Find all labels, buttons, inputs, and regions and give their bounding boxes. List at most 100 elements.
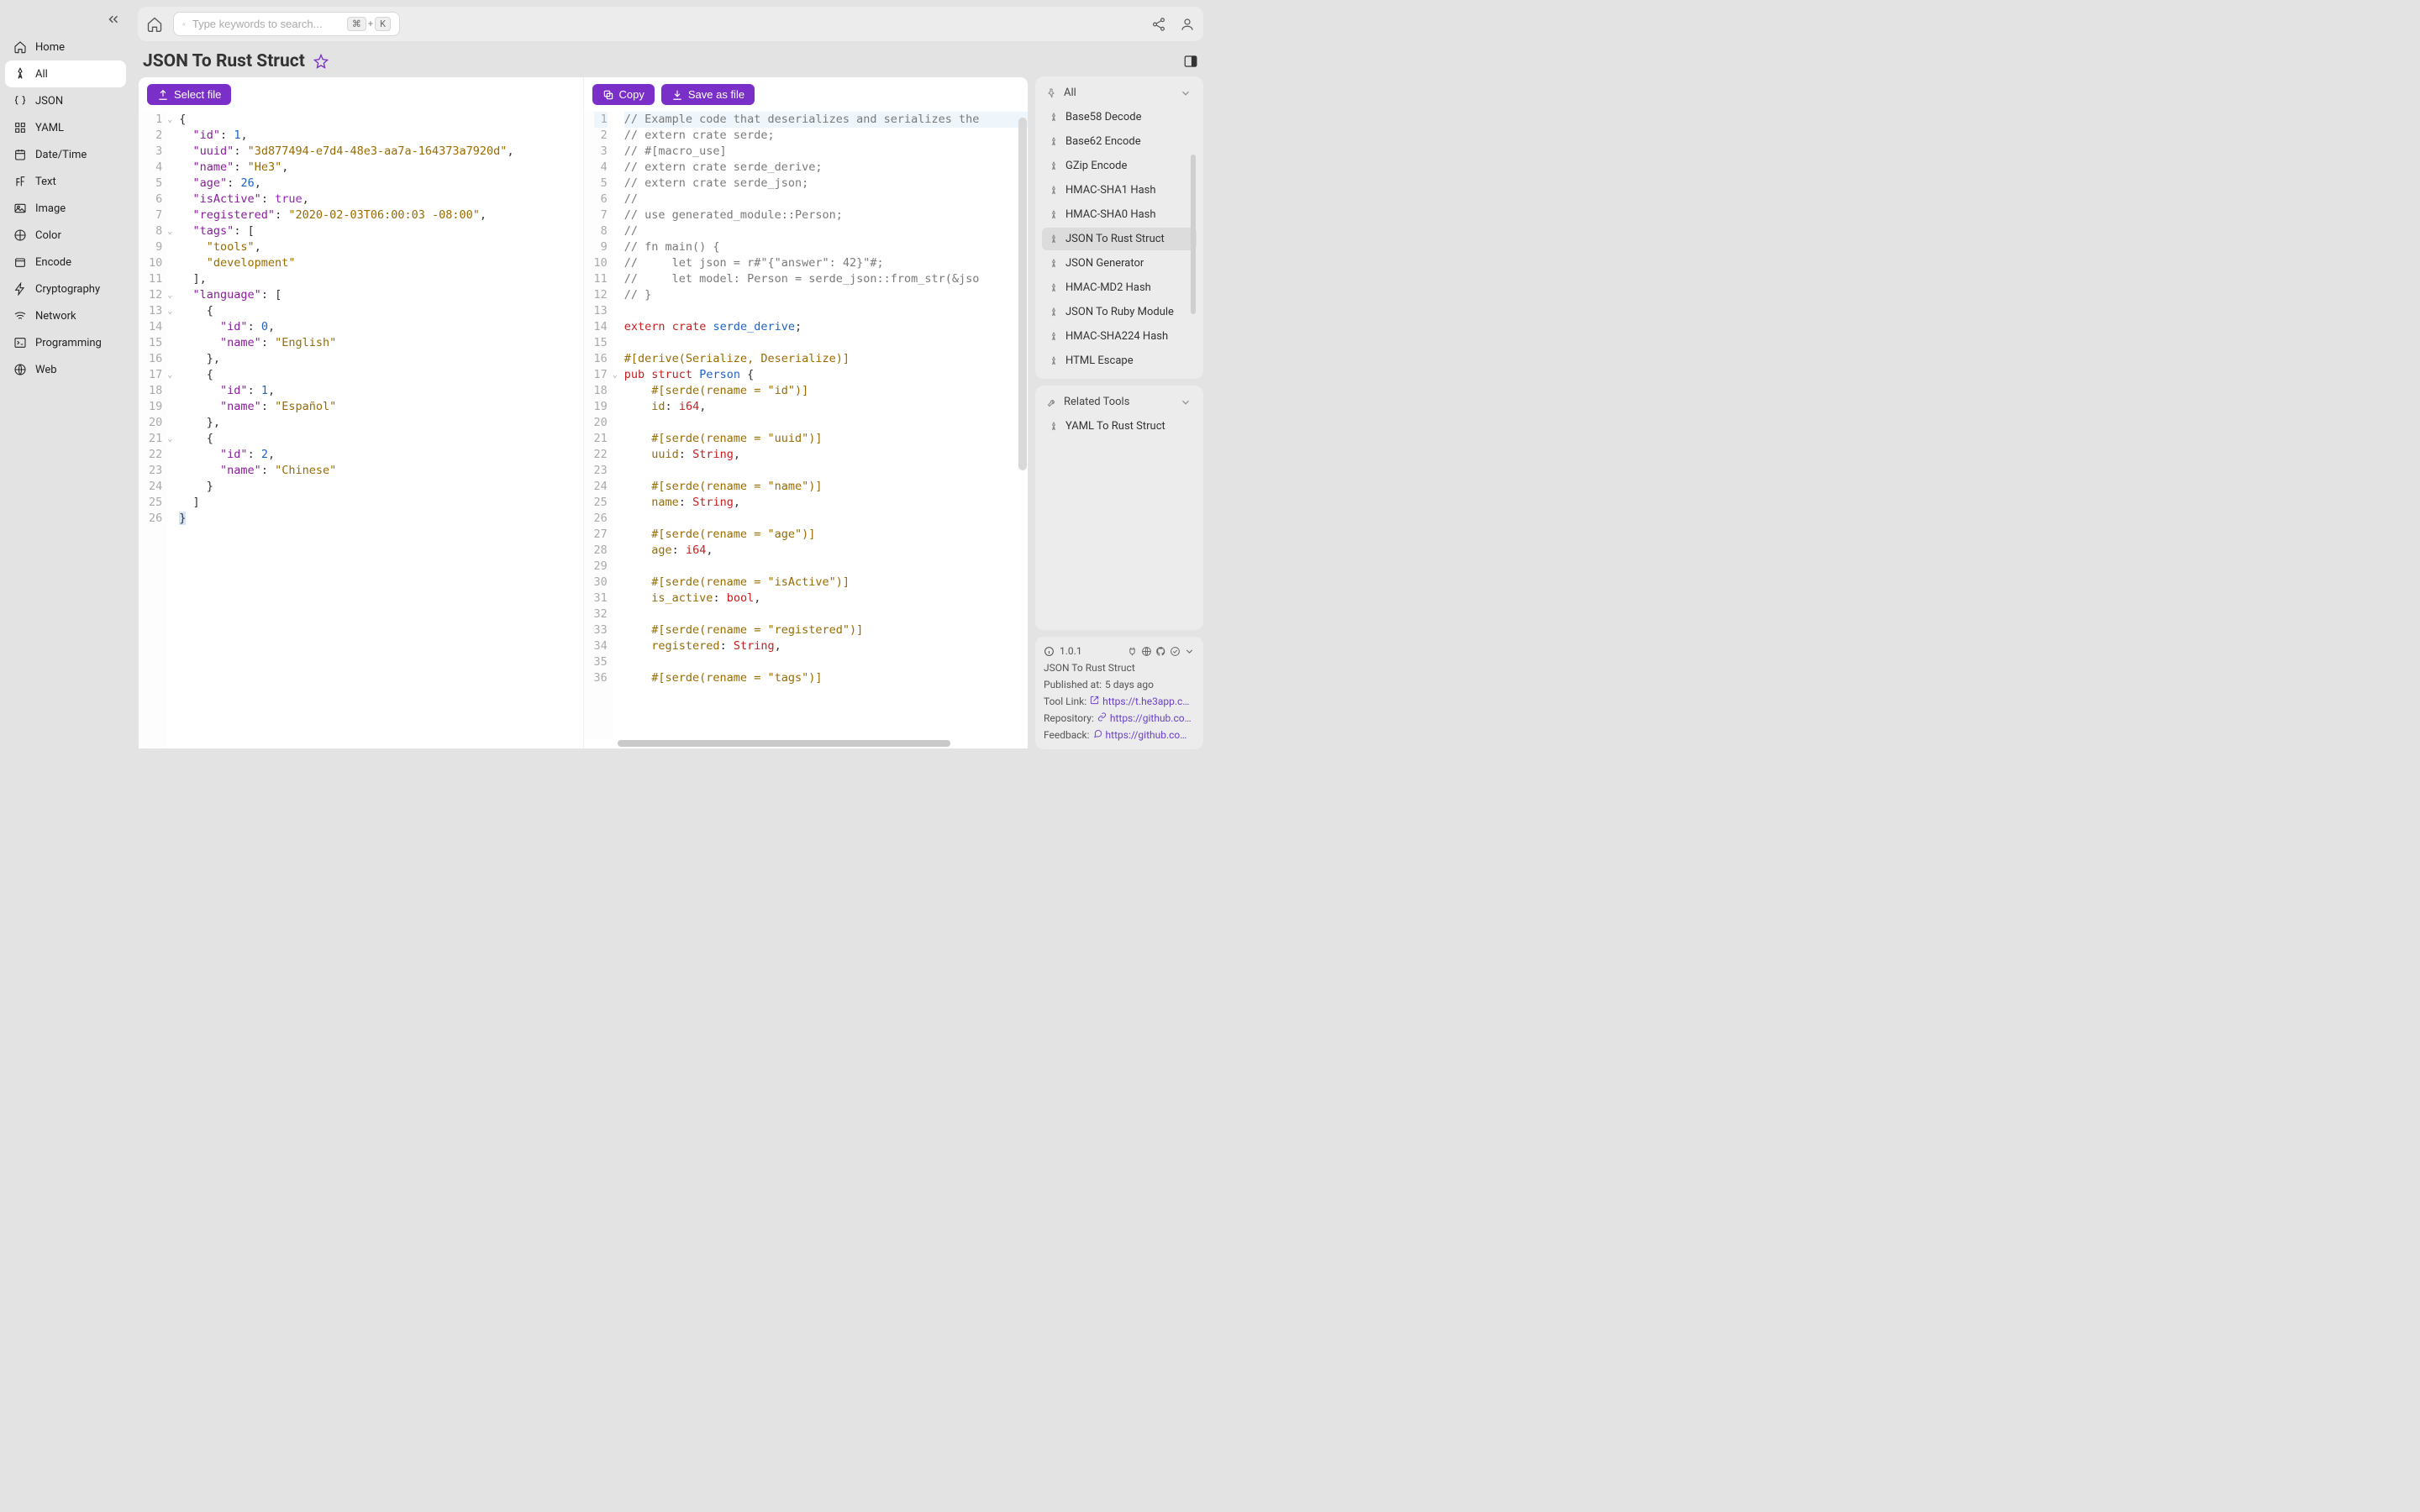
copy-button[interactable]: Copy bbox=[592, 84, 655, 105]
rail-item-gzip-encode[interactable]: GZip Encode bbox=[1042, 155, 1197, 177]
sidebar-item-network[interactable]: Network bbox=[5, 302, 126, 329]
github-icon[interactable] bbox=[1155, 646, 1166, 657]
main: ⌘ + K JSON To Rust Struct bbox=[131, 0, 1210, 756]
pin-icon bbox=[1049, 186, 1059, 196]
rail-item-base62-encode[interactable]: Base62 Encode bbox=[1042, 130, 1197, 153]
pin-icon bbox=[1049, 332, 1059, 342]
sidebar-item-label: Cryptography bbox=[35, 283, 100, 296]
sidebar-item-json[interactable]: JSON bbox=[5, 87, 126, 114]
pin-icon bbox=[1047, 88, 1057, 98]
info-card: 1.0.1 JSON To Rust Struct Published at: … bbox=[1035, 637, 1203, 749]
info-published: Published at: 5 days ago bbox=[1044, 679, 1195, 690]
pin-icon bbox=[1049, 161, 1059, 171]
rail-item-hmac-sha1-hash[interactable]: HMAC-SHA1 Hash bbox=[1042, 179, 1197, 202]
globe-icon[interactable] bbox=[1141, 646, 1152, 657]
sidebar-item-text[interactable]: Text bbox=[5, 168, 126, 195]
rail-item-hmac-md2-hash[interactable]: HMAC-MD2 Hash bbox=[1042, 276, 1197, 299]
user-icon[interactable] bbox=[1180, 17, 1195, 32]
version-label: 1.0.1 bbox=[1060, 645, 1082, 657]
image-icon bbox=[13, 202, 27, 215]
search-box[interactable]: ⌘ + K bbox=[173, 12, 400, 36]
sidebar-item-label: Encode bbox=[35, 256, 71, 269]
pin-icon bbox=[1049, 356, 1059, 366]
sidebar-item-image[interactable]: Image bbox=[5, 195, 126, 222]
panel-toggle-icon[interactable] bbox=[1183, 54, 1198, 69]
upload-icon bbox=[157, 89, 169, 101]
search-input[interactable] bbox=[192, 18, 340, 30]
sidebar-item-cryptography[interactable]: Cryptography bbox=[5, 276, 126, 302]
rail-related-header[interactable]: Related Tools bbox=[1040, 391, 1198, 413]
input-editor[interactable]: 1 2 3 4 5 6 7 8 9 10 11 12 13 14 15 16 1… bbox=[139, 112, 583, 748]
pin-icon bbox=[13, 67, 27, 81]
kbd-shortcut: ⌘ + K bbox=[347, 17, 391, 31]
output-editor[interactable]: 1 2 3 4 5 6 7 8 9 10 11 12 13 14 15 16 1… bbox=[584, 112, 1028, 740]
external-link-icon bbox=[1090, 696, 1099, 705]
star-icon[interactable] bbox=[313, 54, 329, 69]
braces-icon bbox=[13, 94, 27, 108]
related-item-yaml-to-rust-struct[interactable]: YAML To Rust Struct bbox=[1042, 415, 1197, 438]
share-icon[interactable] bbox=[1151, 17, 1166, 32]
rail-item-label: HMAC-SHA0 Hash bbox=[1065, 208, 1156, 221]
sidebar-item-color[interactable]: Color bbox=[5, 222, 126, 249]
sidebar-item-label: Home bbox=[35, 41, 65, 54]
sidebar-item-label: JSON bbox=[35, 95, 63, 108]
sidebar-item-yaml[interactable]: YAML bbox=[5, 114, 126, 141]
rail-item-hmac-sha0-hash[interactable]: HMAC-SHA0 Hash bbox=[1042, 203, 1197, 226]
save-as-file-button[interactable]: Save as file bbox=[661, 84, 755, 105]
home-icon bbox=[13, 40, 27, 54]
scrollbar-horizontal[interactable] bbox=[584, 740, 1028, 748]
rail-item-label: Base62 Encode bbox=[1065, 135, 1141, 148]
sidebar-item-label: YAML bbox=[35, 122, 64, 134]
rail-item-base58-decode[interactable]: Base58 Decode bbox=[1042, 106, 1197, 129]
sidebar-item-label: Image bbox=[35, 202, 66, 215]
check-circle-icon[interactable] bbox=[1170, 646, 1181, 657]
sidebar-item-date-time[interactable]: Date/Time bbox=[5, 141, 126, 168]
chevron-down-icon[interactable] bbox=[1184, 646, 1195, 657]
sidebar-collapse[interactable] bbox=[0, 8, 131, 34]
rail-all-header[interactable]: All bbox=[1040, 81, 1198, 104]
rail-related-card: Related Tools YAML To Rust Struct bbox=[1035, 386, 1203, 630]
rail-item-json-to-ruby-module[interactable]: JSON To Ruby Module bbox=[1042, 301, 1197, 323]
sidebar-item-encode[interactable]: Encode bbox=[5, 249, 126, 276]
scrollbar-vertical[interactable] bbox=[1018, 118, 1027, 470]
rail-scrollbar[interactable] bbox=[1191, 155, 1196, 314]
rail-item-json-to-rust-struct[interactable]: JSON To Rust Struct bbox=[1042, 228, 1197, 250]
message-icon bbox=[1093, 729, 1102, 738]
sidebar-item-label: All bbox=[35, 68, 48, 81]
chevron-down-icon bbox=[1180, 87, 1192, 99]
info-name: JSON To Rust Struct bbox=[1044, 662, 1195, 674]
pin-icon bbox=[1049, 283, 1059, 293]
rail-item-label: YAML To Rust Struct bbox=[1065, 420, 1165, 433]
sidebar-item-all[interactable]: All bbox=[5, 60, 126, 87]
sidebar-item-web[interactable]: Web bbox=[5, 356, 126, 383]
editor-card: Select file 1 2 3 4 5 6 7 8 9 10 11 12 1… bbox=[138, 76, 1028, 749]
rail-item-html-escape[interactable]: HTML Escape bbox=[1042, 349, 1197, 372]
info-tool-link[interactable]: Tool Link: https://t.he3app.co… bbox=[1044, 696, 1195, 707]
wrench-icon bbox=[1047, 397, 1057, 407]
rail-item-json-generator[interactable]: JSON Generator bbox=[1042, 252, 1197, 275]
sidebar-item-label: Web bbox=[35, 364, 57, 376]
sidebar-item-programming[interactable]: Programming bbox=[5, 329, 126, 356]
select-file-button[interactable]: Select file bbox=[147, 84, 231, 105]
sidebar-item-label: Date/Time bbox=[35, 149, 87, 161]
plugin-icon[interactable] bbox=[1127, 646, 1138, 657]
rail-item-label: JSON Generator bbox=[1065, 257, 1144, 270]
grid-icon bbox=[13, 121, 27, 134]
sidebar-item-home[interactable]: Home bbox=[5, 34, 126, 60]
box-icon bbox=[13, 255, 27, 269]
rail-item-label: HMAC-SHA1 Hash bbox=[1065, 184, 1156, 197]
chevron-left-double-icon bbox=[106, 12, 121, 27]
sidebar: Home All JSON YAML Date/Time Text Image Color En… bbox=[0, 0, 131, 756]
pin-icon bbox=[1049, 137, 1059, 147]
rail-all-card: All Base58 Decode Base62 Encode GZip Encod… bbox=[1035, 76, 1203, 379]
calendar-icon bbox=[13, 148, 27, 161]
home-icon[interactable] bbox=[146, 16, 163, 33]
info-repo[interactable]: Repository: https://github.com… bbox=[1044, 712, 1195, 724]
bolt-icon bbox=[13, 282, 27, 296]
info-feedback[interactable]: Feedback: https://github.com/… bbox=[1044, 729, 1195, 741]
rail-item-label: JSON To Rust Struct bbox=[1065, 233, 1165, 245]
pin-icon bbox=[1049, 210, 1059, 220]
rail-item-label: HMAC-MD2 Hash bbox=[1065, 281, 1151, 294]
rail-item-hmac-sha224-hash[interactable]: HMAC-SHA224 Hash bbox=[1042, 325, 1197, 348]
palette-icon bbox=[13, 228, 27, 242]
